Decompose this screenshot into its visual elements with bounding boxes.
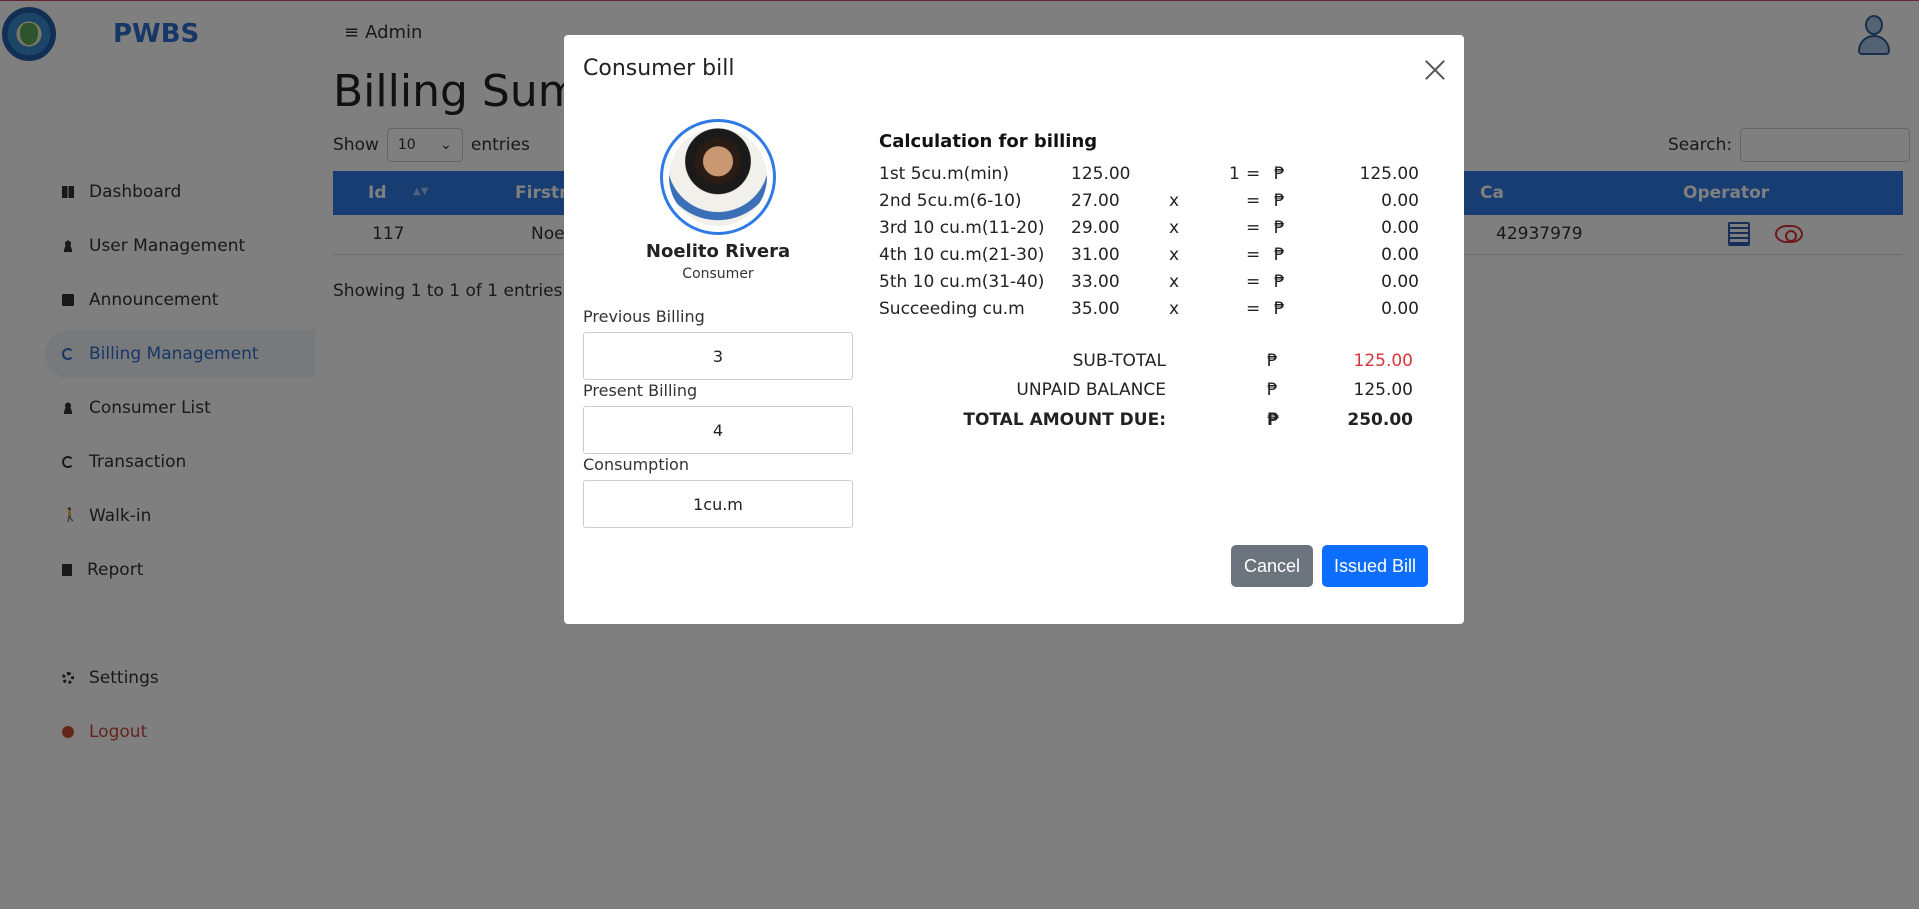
subtotal-label: SUB-TOTAL <box>1072 351 1166 371</box>
consumption-field[interactable]: 1cu.m <box>583 480 853 528</box>
present-billing-label: Present Billing <box>583 381 698 400</box>
subtotal-amount: 125.00 <box>1353 351 1413 371</box>
calc-row: 4th 10 cu.m(21-30) 31.00 x = ₱ 0.00 <box>879 245 1419 265</box>
unpaid-balance-amount: 125.00 <box>1353 380 1413 400</box>
total-due-label: TOTAL AMOUNT DUE: <box>963 410 1166 430</box>
calc-row: Succeeding cu.m 35.00 x = ₱ 0.00 <box>879 299 1419 319</box>
peso-icon: ₱ <box>1274 245 1285 265</box>
present-billing-field[interactable]: 4 <box>583 406 853 454</box>
peso-icon: ₱ <box>1267 380 1278 400</box>
close-icon[interactable] <box>1422 57 1448 83</box>
peso-icon: ₱ <box>1267 410 1279 430</box>
calc-row: 1st 5cu.m(min) 125.00 1 = ₱ 125.00 <box>879 164 1419 184</box>
modal-title: Consumer bill <box>583 56 735 81</box>
calculation-title: Calculation for billing <box>879 131 1098 152</box>
peso-icon: ₱ <box>1274 164 1285 184</box>
consumer-role: Consumer <box>682 266 754 282</box>
peso-icon: ₱ <box>1274 191 1285 211</box>
calc-row: 3rd 10 cu.m(11-20) 29.00 x = ₱ 0.00 <box>879 218 1419 238</box>
consumer-bill-modal: Consumer bill Noelito Rivera Consumer Pr… <box>564 35 1464 624</box>
calc-row: 2nd 5cu.m(6-10) 27.00 x = ₱ 0.00 <box>879 191 1419 211</box>
unpaid-balance-label: UNPAID BALANCE <box>1016 380 1166 400</box>
consumer-photo <box>660 119 776 235</box>
peso-icon: ₱ <box>1274 218 1285 238</box>
subtotal-row: SUB-TOTAL ₱ 125.00 <box>879 351 1419 379</box>
calc-row: 5th 10 cu.m(31-40) 33.00 x = ₱ 0.00 <box>879 272 1419 292</box>
consumption-label: Consumption <box>583 455 689 474</box>
peso-icon: ₱ <box>1274 299 1285 319</box>
previous-billing-label: Previous Billing <box>583 307 705 326</box>
total-due-amount: 250.00 <box>1347 410 1413 430</box>
previous-billing-field[interactable]: 3 <box>583 332 853 380</box>
peso-icon: ₱ <box>1274 272 1285 292</box>
unpaid-balance-row: UNPAID BALANCE ₱ 125.00 <box>879 380 1419 408</box>
total-due-row: TOTAL AMOUNT DUE: ₱ 250.00 <box>879 410 1419 438</box>
peso-icon: ₱ <box>1267 351 1278 371</box>
issue-bill-button[interactable]: Issued Bill <box>1322 545 1428 587</box>
cancel-button[interactable]: Cancel <box>1231 545 1313 587</box>
consumer-name: Noelito Rivera <box>645 241 791 262</box>
